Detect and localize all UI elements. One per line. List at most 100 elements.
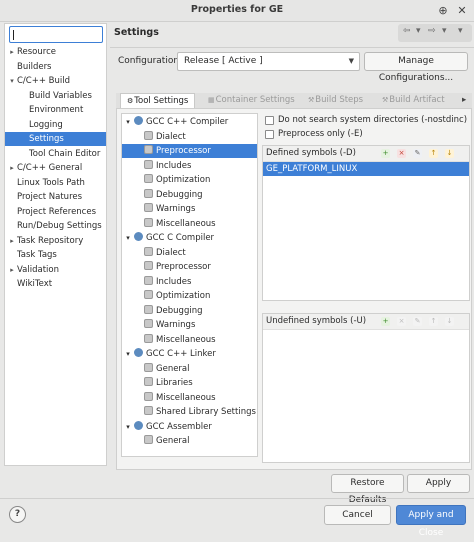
tool-option-node[interactable]: Miscellaneous	[122, 217, 257, 231]
tool-option-node[interactable]: Includes	[122, 275, 257, 289]
add-icon[interactable]: +	[381, 149, 390, 158]
close-icon[interactable]: ✕	[455, 4, 469, 18]
tool-option-node[interactable]: Debugging	[122, 188, 257, 202]
sidebar-item[interactable]: ▸ Validation	[5, 263, 106, 277]
tool-node[interactable]: ▾ GCC C++ Compiler	[122, 115, 257, 129]
chevron-down-icon[interactable]: ▾	[122, 420, 134, 434]
tool-option-node[interactable]: Preprocessor	[122, 144, 257, 158]
chevron-down-icon[interactable]: ▾	[122, 231, 134, 245]
sidebar-item-label: Project Natures	[17, 192, 83, 202]
undefined-symbols-list[interactable]: Undefined symbols (-U) + × ✎ ↑ ↓	[262, 313, 470, 463]
tool-node-label: Miscellaneous	[156, 392, 216, 403]
container-icon: ▦	[208, 96, 215, 104]
tool-option-node[interactable]: Miscellaneous	[122, 333, 257, 347]
chevron-right-icon[interactable]: ▸	[7, 263, 17, 277]
sidebar-item[interactable]: Settings	[5, 132, 106, 146]
tool-settings-panel: ▾ GCC C++ Compiler Dialect Preprocessor Incl…	[116, 108, 472, 470]
chevron-right-icon[interactable]: ▸	[7, 45, 17, 59]
tool-node-label: Includes	[156, 276, 192, 287]
defined-symbols-list[interactable]: Defined symbols (-D) + × ✎ ↑ ↓ GE_PLATFO…	[262, 145, 470, 301]
sidebar-item[interactable]: ▸ Resource	[5, 45, 106, 59]
edit-icon[interactable]: ✎	[413, 149, 422, 158]
tool-option-node[interactable]: Includes	[122, 159, 257, 173]
tool-option-node[interactable]: Optimization	[122, 173, 257, 187]
nostdinc-checkbox[interactable]	[265, 116, 274, 125]
view-menu-icon[interactable]: ▾	[458, 26, 463, 36]
sidebar-item[interactable]: Project Natures	[5, 190, 106, 204]
tab-container-settings[interactable]: ▦Container Settings	[208, 93, 295, 108]
chevron-right-icon[interactable]: ▸	[7, 234, 17, 248]
sidebar-item[interactable]: ▾ C/C++ Build	[5, 74, 106, 88]
back-arrow-icon[interactable]: ⇦	[403, 26, 411, 36]
tool-option-node[interactable]: Libraries	[122, 376, 257, 390]
tool-node-label: Optimization	[156, 175, 211, 185]
maximize-icon[interactable]: ⊕	[436, 4, 450, 18]
sidebar-item-label: Run/Debug Settings	[17, 221, 102, 231]
help-icon[interactable]: ?	[9, 506, 26, 523]
back-menu-icon[interactable]: ▾	[416, 26, 421, 36]
chevron-down-icon[interactable]: ▾	[122, 115, 134, 129]
tool-node-label: Warnings	[156, 320, 196, 330]
sidebar-item-label: Build Variables	[29, 90, 92, 101]
sidebar-item[interactable]: Linux Tools Path	[5, 176, 106, 190]
sidebar-item-label: WikiText	[17, 279, 53, 289]
tab-build-steps[interactable]: ⚒Build Steps	[308, 93, 363, 108]
sidebar-item[interactable]: Project References	[5, 205, 106, 219]
tab-build-artifact[interactable]: ⚒Build Artifact	[382, 93, 445, 108]
tool-node[interactable]: ▾ GCC Assembler	[122, 420, 257, 434]
cancel-button[interactable]: Cancel	[324, 505, 391, 525]
tool-option-node[interactable]: Shared Library Settings	[122, 405, 257, 419]
tool-option-node[interactable]: Debugging	[122, 304, 257, 318]
add-icon[interactable]: +	[381, 317, 390, 326]
tool-option-node[interactable]: General	[122, 434, 257, 448]
tool-option-node[interactable]: Warnings	[122, 202, 257, 216]
tool-option-node[interactable]: Preprocessor	[122, 260, 257, 274]
delete-icon[interactable]: ×	[397, 149, 406, 158]
filter-input[interactable]	[9, 26, 103, 43]
preprocess-only-checkbox[interactable]	[265, 130, 274, 139]
sidebar-item[interactable]: Tool Chain Editor	[5, 147, 106, 161]
apply-and-close-button[interactable]: Apply and Close	[396, 505, 466, 538]
build-artifact-icon: ⚒	[382, 96, 389, 104]
sidebar-item[interactable]: Logging	[5, 118, 106, 132]
chevron-down-icon[interactable]: ▾	[7, 74, 17, 88]
configuration-select[interactable]: Release [ Active ] ▼	[177, 52, 360, 71]
sidebar-item[interactable]: Builders	[5, 60, 106, 74]
list-item[interactable]: GE_PLATFORM_LINUX	[263, 162, 469, 176]
settings-page-icon	[144, 377, 153, 386]
tool-node-label: Libraries	[156, 378, 193, 388]
tool-node[interactable]: ▾ GCC C Compiler	[122, 231, 257, 245]
tool-option-node[interactable]: Dialect	[122, 130, 257, 144]
apply-button[interactable]: Apply	[407, 474, 470, 493]
forward-menu-icon[interactable]: ▾	[442, 26, 447, 36]
tool-settings-icon: ⚙	[127, 97, 134, 105]
sidebar-item[interactable]: Build Variables	[5, 89, 106, 103]
settings-page-icon	[144, 174, 153, 183]
nostdinc-label: Do not search system directories (-nostd…	[278, 115, 468, 125]
sidebar-item[interactable]: ▸ C/C++ General	[5, 161, 106, 175]
chevron-right-icon[interactable]: ▸	[7, 161, 17, 175]
settings-page-icon	[144, 362, 153, 372]
defined-symbols-title: Defined symbols (-D)	[266, 148, 356, 158]
forward-arrow-icon[interactable]: ⇨	[428, 26, 436, 36]
chevron-down-icon[interactable]: ▾	[122, 347, 134, 361]
tab-scroll-right-icon[interactable]: ▸	[462, 93, 466, 108]
manage-configurations-button[interactable]: Manage Configurations...	[364, 52, 468, 83]
tool-node[interactable]: ▾ GCC C++ Linker	[122, 347, 257, 361]
tool-node-label: General	[156, 363, 190, 374]
sidebar-item[interactable]: WikiText	[5, 277, 106, 291]
sidebar-item[interactable]: ▸ Task Repository	[5, 234, 106, 248]
sidebar-item[interactable]: Task Tags	[5, 248, 106, 262]
tab-tool-settings[interactable]: ⚙Tool Settings	[120, 93, 196, 108]
restore-defaults-button[interactable]: Restore Defaults	[331, 474, 404, 505]
tool-option-node[interactable]: Miscellaneous	[122, 391, 257, 405]
tool-option-node[interactable]: Warnings	[122, 318, 257, 332]
tool-option-node[interactable]: General	[122, 362, 257, 376]
sidebar-item[interactable]: Run/Debug Settings	[5, 219, 106, 233]
tool-option-node[interactable]: Optimization	[122, 289, 257, 303]
move-down-icon[interactable]: ↓	[445, 149, 454, 158]
tool-option-node[interactable]: Dialect	[122, 246, 257, 260]
sidebar-item[interactable]: Environment	[5, 103, 106, 117]
history-nav: ⇦ ▾ ⇨ ▾ ▾	[398, 24, 472, 42]
move-up-icon[interactable]: ↑	[429, 149, 438, 158]
